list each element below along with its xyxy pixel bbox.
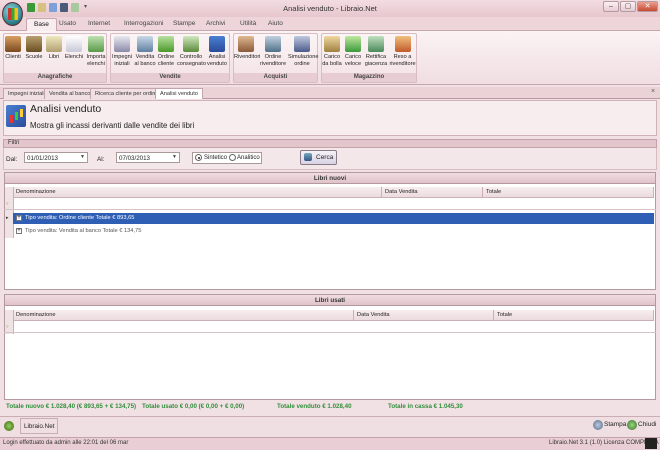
fast-load-icon	[345, 36, 361, 52]
column-header[interactable]: Data Vendita	[382, 187, 483, 198]
close-button[interactable]: ✕	[637, 1, 658, 12]
column-header[interactable]: Denominazione	[13, 310, 354, 321]
total-used: Totale usato € 0,00 (€ 0,00 + € 0,00)	[142, 403, 245, 410]
used-books-title: Libri usati	[4, 294, 656, 306]
column-header[interactable]: Denominazione	[13, 187, 382, 198]
close-document-icon[interactable]: ×	[651, 88, 655, 95]
reso-rivenditore-button[interactable]: Reso a rivenditore	[389, 36, 416, 76]
filter-row[interactable]	[4, 322, 656, 333]
boxes-icon	[324, 36, 340, 52]
tab-archivi[interactable]: Archivi	[199, 18, 233, 31]
column-header[interactable]: Totale	[483, 187, 654, 198]
table-row[interactable]: + Tipo vendita: Ordine cliente Totale € 8…	[13, 213, 654, 224]
page-title: Analisi venduto	[30, 103, 102, 115]
column-header[interactable]: Totale	[494, 310, 654, 321]
sintetico-radio[interactable]	[195, 154, 202, 161]
analitico-radio[interactable]	[229, 154, 236, 161]
document-icon	[114, 36, 130, 52]
table-row[interactable]: + Tipo vendita: Vendita al banco Totale €…	[13, 226, 654, 237]
list-icon	[66, 36, 82, 52]
ordine-rivenditore-button[interactable]: Ordine rivenditore	[259, 36, 287, 76]
analitico-label: Analitico	[237, 154, 260, 161]
filters-header	[3, 139, 657, 148]
carico-veloce-button[interactable]: Carico veloce	[343, 36, 363, 76]
scuole-button[interactable]: Scuole	[24, 36, 44, 76]
importa-elenchi-button[interactable]: Importa elenchi	[85, 36, 107, 76]
carico-bolla-button[interactable]: Carico da bolla	[322, 36, 342, 76]
doc-tab-analisi-venduto[interactable]: Analisi venduto	[155, 88, 203, 99]
tab-interrogazioni[interactable]: Interrogazioni	[117, 18, 170, 31]
impegni-iniziali-button[interactable]: Impegni iniziali	[111, 36, 133, 76]
cash-register-icon	[137, 36, 153, 52]
ordine-cliente-button[interactable]: Ordine cliente	[156, 36, 176, 76]
app-menu-button[interactable]	[2, 2, 23, 26]
minimize-button[interactable]: –	[603, 1, 619, 12]
dropdown-arrow-icon: ▼	[80, 154, 85, 160]
from-label: Dal:	[6, 156, 18, 163]
tab-internet[interactable]: Internet	[81, 18, 117, 31]
elenchi-button[interactable]: Elenchi	[64, 36, 84, 76]
total-sold: Totale venduto € 1.028,40	[277, 403, 352, 410]
rettifica-giacenza-button[interactable]: Rettifica giacenza	[364, 36, 388, 76]
tab-utilita[interactable]: Utilità	[233, 18, 263, 31]
dealer-icon	[238, 36, 254, 52]
tab-usato[interactable]: Usato	[52, 18, 83, 31]
libri-button[interactable]: Libri	[46, 36, 62, 76]
filters-label: Filtri	[8, 139, 20, 146]
license-status: Libraio.Net 3.1 (1.0) Licenza COMPLETA	[549, 440, 659, 446]
print-button[interactable]: Stampa	[604, 421, 626, 428]
filter-icon: ▿	[6, 201, 9, 207]
to-date-field[interactable]: 07/03/2013 ▼	[116, 152, 180, 163]
print-icon	[593, 420, 603, 430]
window-title: Analisi venduto - Libraio.Net	[283, 4, 377, 13]
page-subtitle: Mostra gli incassi derivanti dalle vendi…	[30, 121, 195, 130]
vendita-banco-button[interactable]: Vendita al banco	[134, 36, 156, 76]
filter-icon: ▿	[6, 324, 9, 330]
school-icon	[26, 36, 42, 52]
doc-tab-impegni-iniziali[interactable]: Impegni iniziali	[3, 88, 50, 99]
doc-tab-ricerca-cliente[interactable]: Ricerca cliente per ordini	[90, 88, 162, 99]
total-new: Totale nuovo € 1.028,40 (€ 893,65 + € 13…	[6, 403, 137, 410]
exit-icon	[627, 420, 637, 430]
import-icon	[88, 36, 104, 52]
to-label: Al:	[97, 156, 105, 163]
status-ok-icon	[4, 421, 14, 431]
row-pointer-icon: ▸	[6, 215, 9, 221]
new-books-title: Libri nuovi	[4, 172, 656, 184]
analysis-chart-icon	[6, 105, 26, 127]
analisi-venduto-button[interactable]: Analisi venduto	[206, 36, 228, 76]
clienti-button[interactable]: Clienti	[4, 36, 22, 76]
expand-icon[interactable]: +	[16, 215, 22, 221]
maximize-button[interactable]: ▢	[620, 1, 636, 12]
tab-aiuto[interactable]: Aiuto	[261, 18, 290, 31]
return-icon	[394, 36, 411, 52]
dropdown-arrow-icon: ▼	[172, 154, 177, 160]
close-form-button[interactable]: Chiudi	[638, 421, 656, 428]
cart-icon	[158, 36, 174, 52]
order-icon	[265, 36, 281, 52]
simulazione-ordine-button[interactable]: Simulazione ordine	[288, 36, 318, 76]
expand-icon[interactable]: +	[16, 228, 22, 234]
chart-icon	[209, 36, 225, 52]
filter-row[interactable]	[4, 199, 656, 210]
brand-label: Libraio.Net	[20, 418, 58, 434]
adjust-stock-icon	[368, 36, 384, 52]
total-cash: Totale in cassa € 1.045,30	[388, 403, 463, 410]
login-status: Login effettuato da admin alle 22:01 del…	[3, 440, 129, 446]
books-icon	[46, 36, 62, 52]
clients-icon	[5, 36, 21, 52]
from-date-field[interactable]: 01/01/2013 ▼	[24, 152, 88, 163]
sintetico-label: Sintetico	[204, 154, 228, 161]
rivenditori-button[interactable]: Rivenditori	[234, 36, 260, 76]
vendor-logo-icon	[645, 438, 657, 449]
search-icon	[304, 153, 312, 161]
doc-tab-vendita-banco[interactable]: Vendita al banco	[44, 88, 96, 99]
check-icon	[183, 36, 199, 52]
tab-stampe[interactable]: Stampe	[166, 18, 202, 31]
controllo-consegnato-button[interactable]: Controllo consegnato	[177, 36, 206, 76]
app-logo-icon	[8, 8, 18, 20]
footer-bar	[0, 416, 660, 437]
column-header[interactable]: Data Vendita	[354, 310, 494, 321]
simulation-icon	[294, 36, 310, 52]
